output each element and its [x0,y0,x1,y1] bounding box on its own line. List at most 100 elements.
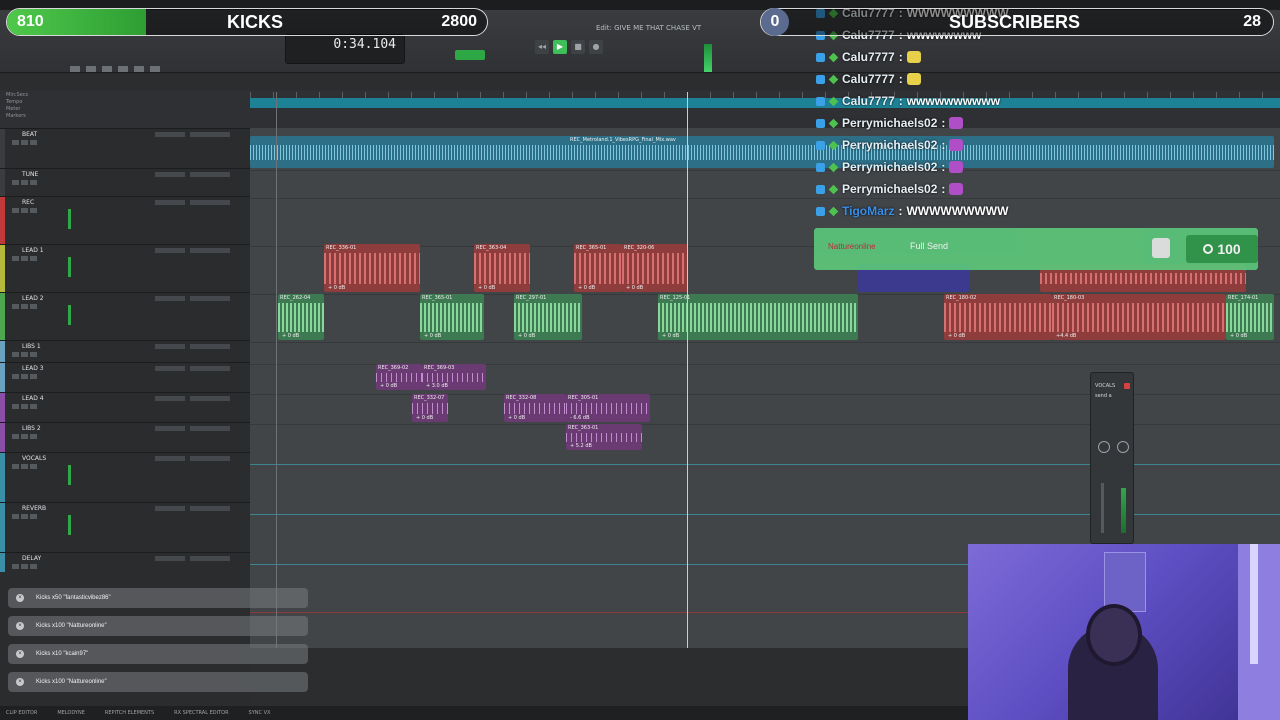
track-buttons[interactable] [12,352,37,357]
bottom-tab[interactable]: REPITCH ELEMENTS [105,710,154,716]
track-header[interactable]: LEAD 4 [0,392,250,422]
tool-icons[interactable] [70,66,160,72]
send-slot[interactable] [190,296,230,301]
track-color [0,197,5,244]
track-name[interactable]: REC [22,199,34,206]
track-header[interactable]: REC [0,196,250,244]
sub-badge-icon [828,96,839,106]
lead2-clip[interactable]: REC_262-04 + 0 dB [278,294,324,340]
track-buttons[interactable] [12,374,37,379]
lead2-clip[interactable]: REC_180-02 + 0 dB [944,294,1052,340]
pan-knob[interactable] [1098,441,1110,453]
send-slot[interactable] [190,200,230,205]
insert-slot[interactable] [155,556,185,561]
track-buttons[interactable] [12,304,37,309]
record-icon[interactable]: ● [589,40,603,54]
lead2-clip[interactable]: REC_125-01 + 0 dB [658,294,858,340]
send-slot[interactable] [190,556,230,561]
track-header[interactable]: LEAD 3 [0,362,250,392]
lead2-clip[interactable]: REC_180-03 +4.4 dB [1052,294,1226,340]
clip-name: REC_297-01 [516,295,547,301]
bottom-tab[interactable]: MELODYNE [57,710,85,716]
track-name[interactable]: BEAT [22,131,37,138]
lead2-clip[interactable]: REC_174-01 + 0 dB [1226,294,1274,340]
track-name[interactable]: LEAD 2 [22,295,44,302]
track-name[interactable]: TUNE [22,171,38,178]
track-name[interactable]: VOCALS [22,455,46,462]
lead1-clip[interactable]: REC_363-04 + 0 dB [474,244,530,292]
track-name[interactable]: LIBS 2 [22,425,41,432]
send-window[interactable]: VOCALS send a [1090,372,1134,544]
track-header[interactable]: REVERB [0,502,250,552]
streamer-head [1086,604,1142,666]
insert-slot[interactable] [155,132,185,137]
lead1-clip[interactable]: REC_365-01 + 0 dB [574,244,622,292]
track-name[interactable]: LEAD 1 [22,247,44,254]
lead4-clip[interactable]: REC_332-07 + 0 dB [412,394,448,422]
bottom-tab[interactable]: CLIP EDITOR [6,710,37,716]
timeline-selection-strip[interactable] [250,98,1280,108]
track-buttons[interactable] [12,256,37,261]
track-header[interactable]: BEAT [0,128,250,168]
insert-slot[interactable] [155,344,185,349]
libs2-clip[interactable]: REC_363-01 + 5.2 dB [566,424,642,450]
send-slot[interactable] [190,396,230,401]
send-slot[interactable] [190,344,230,349]
lead4-clip[interactable]: REC_305-01 - 6.6 dB [566,394,650,422]
track-header[interactable]: LEAD 2 [0,292,250,340]
loop-icon[interactable]: ▶ [553,40,567,54]
beat-clip[interactable]: REC_Metroland.1_VibesRPG_Final_Mix.wav [250,136,1274,168]
track-name[interactable]: DELAY [22,555,41,562]
track-buttons[interactable] [12,434,37,439]
bottom-tab[interactable]: SYNC VX [249,710,271,716]
playhead[interactable] [687,92,688,648]
insert-slot[interactable] [155,396,185,401]
track-buttons[interactable] [12,514,37,519]
insert-slot[interactable] [155,248,185,253]
track-header[interactable]: DELAY [0,552,250,572]
send-slot[interactable] [190,456,230,461]
send-slot[interactable] [190,132,230,137]
stop-icon[interactable]: ■ [571,40,585,54]
send-slot[interactable] [190,366,230,371]
lead2-clip[interactable]: REC_365-01 + 0 dB [420,294,484,340]
lead1-clip[interactable]: REC_320-06 + 0 dB [622,244,688,292]
insert-slot[interactable] [155,366,185,371]
track-header[interactable]: LIBS 1 [0,340,250,362]
track-name[interactable]: LEAD 4 [22,395,44,402]
insert-slot[interactable] [155,296,185,301]
track-buttons[interactable] [12,464,37,469]
track-buttons[interactable] [12,404,37,409]
lead2-clip[interactable]: REC_297-01 + 0 dB [514,294,582,340]
track-header[interactable]: VOCALS [0,452,250,502]
track-name[interactable]: LEAD 3 [22,365,44,372]
send-slot[interactable] [190,506,230,511]
send-slot[interactable] [190,172,230,177]
track-buttons[interactable] [12,180,37,185]
close-icon[interactable] [1124,383,1130,389]
lead3-clip[interactable]: REC_369-02 + 0 dB [376,364,422,390]
track-header[interactable]: TUNE [0,168,250,196]
track-header[interactable]: LEAD 1 [0,244,250,292]
insert-slot[interactable] [155,506,185,511]
track-buttons[interactable] [12,564,37,569]
send-slot[interactable] [190,426,230,431]
send-fader[interactable] [1101,483,1104,533]
insert-slot[interactable] [155,426,185,431]
insert-slot[interactable] [155,200,185,205]
rewind-icon[interactable]: ◂◂ [535,40,549,54]
track-header[interactable]: LIBS 2 [0,422,250,452]
track-name[interactable]: REVERB [22,505,46,512]
main-counter: 0:34.104 [285,34,405,64]
lead1-clip[interactable]: REC_336-01 + 0 dB [324,244,420,292]
track-buttons[interactable] [12,208,37,213]
send-slot[interactable] [190,248,230,253]
lead3-clip[interactable]: REC_369-03 + 3.0 dB [422,364,486,390]
track-buttons[interactable] [12,140,37,145]
bottom-tab[interactable]: RX SPECTRAL EDITOR [174,710,228,716]
insert-slot[interactable] [155,456,185,461]
track-name[interactable]: LIBS 1 [22,343,41,350]
pan-knob[interactable] [1117,441,1129,453]
lead4-clip[interactable]: REC_332-08 + 0 dB [504,394,566,422]
insert-slot[interactable] [155,172,185,177]
